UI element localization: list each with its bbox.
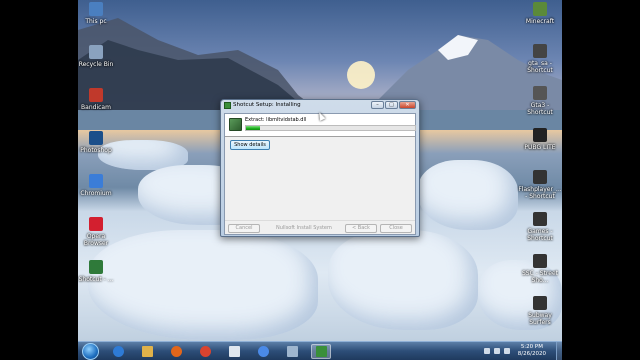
chromium-icon xyxy=(257,346,269,357)
taskbar-chromium-button[interactable] xyxy=(253,344,273,359)
monitor-icon xyxy=(286,346,298,357)
desktop-icon-label: Minecraft xyxy=(525,18,555,25)
desktop-icon[interactable]: Minecraft xyxy=(518,2,562,25)
dialog-client-area: Extract: libmltvidstab.dll Show details … xyxy=(224,113,416,235)
desktop-icon[interactable]: gta_sa - Shortcut xyxy=(518,44,562,74)
taskbar-ie-button[interactable] xyxy=(108,344,128,359)
computer-icon xyxy=(89,2,103,16)
close-button[interactable]: Close xyxy=(380,224,412,233)
maximize-button[interactable]: □ xyxy=(385,101,398,109)
cancel-button[interactable]: Cancel xyxy=(228,224,260,233)
minecraft-icon xyxy=(533,2,547,16)
ice-floe xyxy=(328,230,478,330)
desktop-icon[interactable]: Photoshop xyxy=(78,131,118,154)
install-status-text: Extract: libmltvidstab.dll xyxy=(245,117,307,123)
install-progress-bar xyxy=(245,125,416,131)
desktop-icon-label: gta_sa - Shortcut xyxy=(527,60,553,74)
desktop-icon-label: Opera Browser xyxy=(83,233,109,247)
start-button[interactable] xyxy=(82,343,99,360)
desktop-icon-label: Gta3 - Shortcut xyxy=(527,102,553,116)
desktop-icon-label: This pc xyxy=(85,18,107,25)
tray-volume-icon[interactable] xyxy=(504,348,510,354)
desktop-icon-label: Chromium xyxy=(80,190,112,197)
folder-icon xyxy=(141,346,153,357)
desktop-icon-label: Flashplayer_... - Shortcut xyxy=(518,186,562,200)
taskbar-notepad-button[interactable] xyxy=(224,344,244,359)
taskbar-chrome-button[interactable] xyxy=(195,344,215,359)
show-desktop-button[interactable] xyxy=(556,342,562,360)
notepad-icon xyxy=(228,346,240,357)
bandicam-icon xyxy=(89,88,103,102)
desktop-icon-label: PUBG LITE xyxy=(524,144,556,151)
desktop-icon-label: Photoshop xyxy=(80,147,112,154)
desktop-icon[interactable]: SSC - Street Sho... xyxy=(518,254,562,284)
desktop-icon[interactable]: Gta3 - Shortcut xyxy=(518,86,562,116)
taskbar-shotcut-setup-button[interactable] xyxy=(311,344,331,359)
shotcut-icon xyxy=(89,260,103,274)
clock-date: 8/26/2020 xyxy=(517,351,546,357)
desktop-icon[interactable]: Shotcut - ... xyxy=(78,260,118,283)
internet-explorer-icon xyxy=(112,346,124,357)
dialog-titlebar[interactable]: Shotcut Setup: Installing – □ ✕ xyxy=(221,100,419,112)
desktop-icon[interactable]: Recycle Bin xyxy=(78,45,118,68)
close-window-button[interactable]: ✕ xyxy=(399,101,416,109)
photoshop-icon xyxy=(89,131,103,145)
desktop-icon[interactable]: Chromium xyxy=(78,174,118,197)
desktop-icon[interactable]: Flashplayer_... - Shortcut xyxy=(518,170,562,200)
nsis-brand-label: Nullsoft Install System xyxy=(276,225,332,231)
gta3-icon xyxy=(533,86,547,100)
desktop-icon-label: Games - Shortcut xyxy=(527,228,553,242)
dialog-title: Shotcut Setup: Installing xyxy=(233,102,301,108)
flashplayer-icon xyxy=(533,170,547,184)
desktop-icon[interactable]: PUBG LITE xyxy=(518,128,562,151)
chromium-icon xyxy=(89,174,103,188)
tray-flag-icon[interactable] xyxy=(484,348,490,354)
desktop-screen: This pc Recycle Bin Bandicam Photoshop Chrom… xyxy=(78,0,562,360)
ssc-icon xyxy=(533,254,547,268)
firefox-icon xyxy=(170,346,182,357)
recycle-bin-icon xyxy=(89,45,103,59)
desktop-icon-label: Subway Surfers xyxy=(528,312,552,326)
pubg-icon xyxy=(533,128,547,142)
ice-floe xyxy=(88,230,318,340)
desktop-icon[interactable]: Subway Surfers xyxy=(518,296,562,326)
clock-time: 5:20 PM xyxy=(520,344,543,350)
desktop-icon-label: Bandicam xyxy=(81,104,111,111)
installer-icon xyxy=(315,346,327,357)
desktop-icon[interactable]: Games - Shortcut xyxy=(518,212,562,242)
taskbar: 5:20 PM 8/26/2020 xyxy=(78,341,562,360)
taskbar-explorer-button[interactable] xyxy=(137,344,157,359)
desktop-icon-label: Shotcut - ... xyxy=(78,276,114,283)
minimize-button[interactable]: – xyxy=(371,101,384,109)
desktop-icon-label: Recycle Bin xyxy=(78,61,114,68)
taskbar-firefox-button[interactable] xyxy=(166,344,186,359)
taskbar-monitor-button[interactable] xyxy=(282,344,302,359)
show-details-button[interactable]: Show details xyxy=(230,140,270,150)
installer-icon xyxy=(229,118,242,131)
install-progress-fill xyxy=(246,126,260,130)
games-icon xyxy=(533,212,547,226)
ice-floe xyxy=(418,160,518,230)
gta-sa-icon xyxy=(533,44,547,58)
desktop-icon[interactable]: This pc xyxy=(78,2,118,25)
desktop-icon[interactable]: Opera Browser xyxy=(78,217,118,247)
back-button[interactable]: < Back xyxy=(345,224,377,233)
taskbar-clock[interactable]: 5:20 PM 8/26/2020 xyxy=(518,344,546,358)
installer-icon xyxy=(224,102,231,109)
tray-network-icon[interactable] xyxy=(494,348,500,354)
desktop-icon-label: SSC - Street Sho... xyxy=(521,270,559,284)
dialog-footer: Cancel Nullsoft Install System < Back Cl… xyxy=(225,220,415,234)
opera-icon xyxy=(89,217,103,231)
subway-surfers-icon xyxy=(533,296,547,310)
chrome-icon xyxy=(199,346,211,357)
desktop-icon[interactable]: Bandicam xyxy=(78,88,118,111)
